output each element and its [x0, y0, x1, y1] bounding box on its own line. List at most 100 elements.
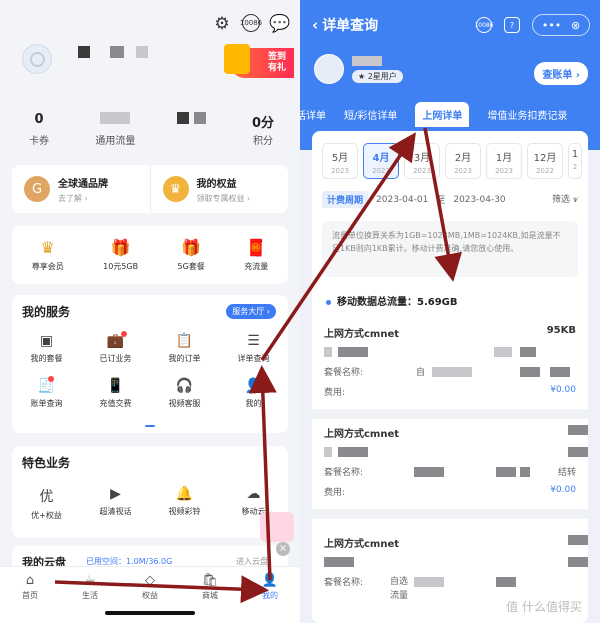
fee-value: ¥0.00 — [550, 485, 576, 495]
service-subscribed[interactable]: 💼 已订业务 — [81, 331, 150, 364]
stat-points[interactable]: 0分 积分 — [248, 112, 278, 147]
tab-call-detail[interactable]: 话详单 — [300, 107, 326, 122]
month-option[interactable]: 5月 2023 — [322, 143, 358, 179]
close-icon[interactable]: ⊗ — [571, 19, 580, 32]
help-icon[interactable]: ? — [504, 17, 520, 33]
services-grid: ▣ 我的套餐 💼 已订业务 📋 我的订单 ☰ 详单查询 🧾 账单查询 📱 充值交费 🎧 视频客… — [12, 331, 288, 409]
service-hall-button[interactable]: 服务大厅 › — [226, 304, 276, 319]
plan-value: 自选 — [390, 577, 409, 587]
my-rights-link[interactable]: ♛ 我的权益 领取专属权益 › — [149, 165, 289, 213]
divider — [312, 509, 588, 519]
stat-data[interactable]: 通用流量 — [95, 112, 135, 147]
checkin-label: 签到 — [267, 52, 286, 62]
floating-promo[interactable] — [260, 512, 294, 542]
brand-title: 全球通品牌 — [58, 178, 108, 190]
crown-icon: ♛ — [162, 176, 189, 202]
month-option[interactable]: 12月 2022 — [527, 143, 563, 179]
service-detail-query[interactable]: ☰ 详单查询 — [219, 333, 288, 364]
settings-icon[interactable]: ⚙ — [212, 14, 232, 34]
tab-shop[interactable]: 🛍 商城 — [190, 573, 230, 623]
special-plus-rights[interactable]: 优优+权益 — [12, 486, 81, 521]
month-option[interactable]: 1月 2023 — [486, 143, 522, 179]
tab-data-detail[interactable]: 上网详单 — [415, 101, 470, 127]
filter-button[interactable]: 筛选 ⩛ — [552, 192, 578, 205]
usage-record[interactable]: 上网方式cmnet 95KB 套餐名称: 自 费用: ¥0.00 — [312, 325, 588, 405]
month-label: 2月 — [454, 153, 472, 164]
gift-icon — [224, 44, 250, 74]
service-recharge[interactable]: 📱 充值交费 — [81, 378, 150, 409]
tab-home[interactable]: ⌂ 首页 — [10, 573, 50, 623]
detail-body: 5月 2023 4月 2023 3月 2023 2月 2023 1月 2023 12月 20… — [312, 131, 588, 623]
avatar[interactable] — [22, 44, 52, 74]
month-option-selected[interactable]: 4月 2023 — [363, 143, 399, 179]
month-option[interactable]: 3月 2023 — [404, 143, 440, 179]
month-selector: 5月 2023 4月 2023 3月 2023 2月 2023 1月 2023 12月 20… — [322, 143, 582, 179]
month-option[interactable]: 12 — [568, 143, 582, 179]
plus-rights-icon: 优 — [39, 489, 54, 505]
stat-value: 0 — [34, 112, 44, 127]
tab-mine[interactable]: 👤 我的 — [250, 573, 290, 623]
left-screen-profile: ⚙ 10086 💬 签到有礼 0 卡券 通用流量 0分 积分 G 全球通品牌去 — [0, 0, 300, 623]
total-data-usage: 移动数据总流量：5.69GB — [326, 293, 458, 308]
offer-data-topup[interactable]: 🧧 充流量 — [244, 238, 268, 272]
record-plan-row: 套餐名称: 结转 — [324, 465, 576, 485]
stat-coupons[interactable]: 0 卡券 — [24, 112, 54, 147]
checkin-reward-button[interactable]: 签到 有礼 — [224, 44, 294, 78]
plan-label: 套餐名称: — [324, 368, 364, 378]
cup-icon: ☕ — [84, 573, 96, 588]
service-my-plan[interactable]: ▣ 我的套餐 — [12, 333, 81, 364]
special-video-ringtone[interactable]: 🔔 视频彩铃 — [150, 486, 219, 521]
brand-global-link[interactable]: G 全球通品牌 去了解 › — [12, 165, 150, 213]
stat-value: 0分 — [251, 116, 274, 131]
tab-sms-detail[interactable]: 短/彩信详单 — [344, 107, 397, 122]
service-my-orders[interactable]: 📋 我的订单 — [150, 333, 219, 364]
view-bill-button[interactable]: 查账单 › — [534, 62, 588, 85]
account-stats: 0 卡券 通用流量 0分 积分 — [0, 112, 300, 147]
service-mine[interactable]: 👤 我的 — [219, 376, 288, 409]
year-label: 2 — [572, 163, 578, 171]
close-icon[interactable]: × — [276, 542, 290, 556]
year-label: 2023 — [372, 167, 390, 175]
back-icon[interactable]: ‹ — [312, 16, 318, 34]
clipboard-icon: 📋 — [175, 333, 194, 349]
usage-record[interactable]: 上网方式cmnet 套餐名称: 结转 费用: ¥0.00 — [312, 425, 588, 505]
service-label: 我的 — [245, 399, 262, 408]
page-title: ‹ 详单查询 — [312, 15, 378, 35]
right-screen-detail-query: ‹ 详单查询 10086 ? ••• ⊗ ★ 2星用户 查账单 › 话详单 短/彩… — [300, 0, 600, 623]
offer-5g[interactable]: 🎁 5G套餐 — [178, 238, 205, 272]
watermark: 值 什么值得买 — [506, 600, 582, 614]
tab-vas-detail[interactable]: 增值业务扣费记录 — [487, 107, 567, 122]
brand-sub: 领取专属权益 › — [196, 193, 251, 203]
offer-vip[interactable]: ♛ 尊享会员 — [32, 238, 64, 272]
service-label: 视频客服 — [168, 399, 201, 408]
tab-life[interactable]: ☕ 生活 — [70, 573, 110, 623]
bill-icon: 🧾 — [37, 378, 56, 394]
avatar[interactable] — [314, 54, 344, 84]
year-label: 2022 — [536, 167, 554, 175]
service-bill-query[interactable]: 🧾 账单查询 — [12, 376, 81, 409]
month-option[interactable]: 2月 2023 — [445, 143, 481, 179]
hotline-10086-icon[interactable]: 10086 — [240, 14, 262, 32]
tab-rights[interactable]: ◇ 权益 — [130, 573, 170, 623]
special-hd-call[interactable]: ▶ 超清视话 — [81, 486, 150, 521]
checkin-sub-label: 有礼 — [267, 63, 286, 73]
year-label: 2023 — [454, 167, 472, 175]
offer-10yuan[interactable]: 🎁 10元5GB — [103, 238, 138, 272]
gift-box-icon: 🎁 — [181, 238, 202, 257]
hotline-10086-icon[interactable]: 10086 — [474, 17, 494, 33]
service-label: 详单查询 — [237, 354, 270, 363]
month-label: 12月 — [533, 153, 557, 164]
record-method: 上网方式cmnet — [324, 429, 400, 440]
offer-label: 充流量 — [244, 262, 269, 271]
record-fee-row: 费用: ¥0.00 — [324, 485, 576, 505]
notification-dot — [263, 376, 269, 382]
shop-icon: 🛍 — [201, 573, 219, 588]
video-service-icon: 🎧 — [175, 378, 194, 394]
message-icon[interactable]: 💬 — [269, 14, 290, 34]
service-label: 已订业务 — [99, 354, 132, 363]
brand-sub: 去了解 › — [58, 193, 88, 203]
stat-balance[interactable] — [177, 112, 207, 147]
more-icon[interactable]: ••• — [542, 19, 561, 32]
service-video-support[interactable]: 🎧 视频客服 — [150, 378, 219, 409]
bell-icon: 🔔 — [175, 486, 194, 502]
